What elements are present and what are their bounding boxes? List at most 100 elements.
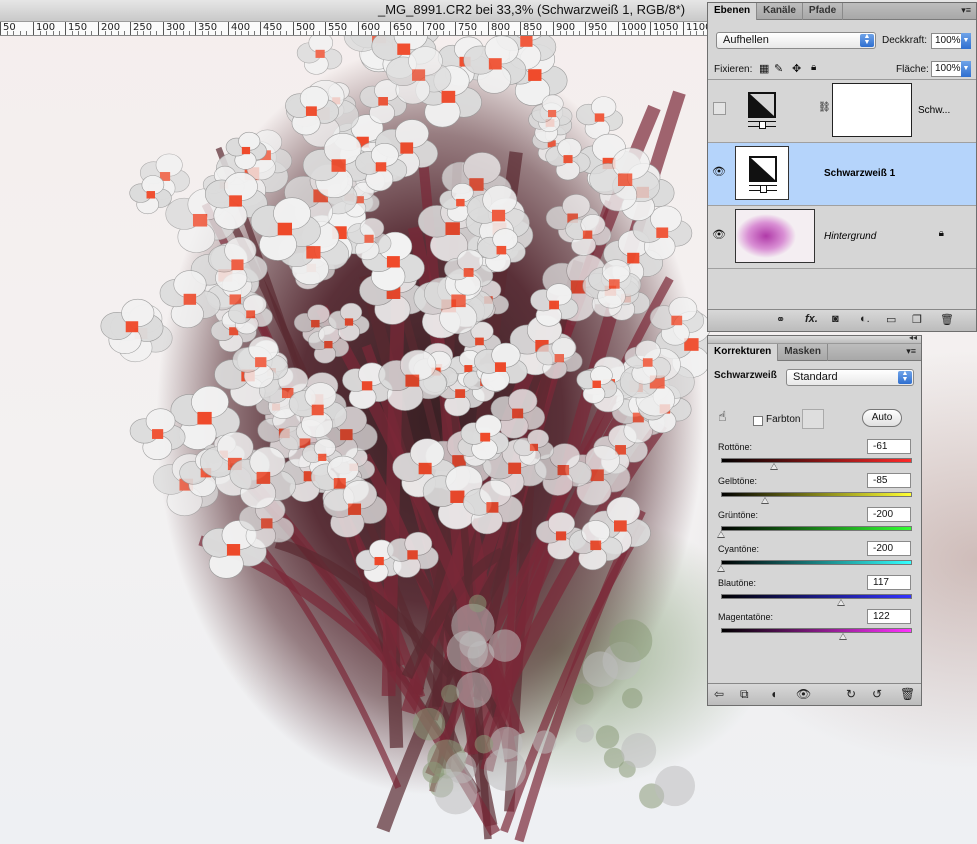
slider-track[interactable] bbox=[721, 594, 912, 599]
mask-icon[interactable]: ◙ bbox=[832, 313, 839, 325]
channel-slider: Gelbtöne: -85 bbox=[718, 473, 912, 510]
slider-track[interactable] bbox=[721, 458, 912, 463]
bokeh bbox=[434, 771, 478, 815]
ruler-tick: 750 bbox=[455, 22, 477, 35]
lock-move-icon[interactable]: ✥ bbox=[792, 62, 801, 75]
visibility-toggle-icon[interactable]: ◖ bbox=[770, 687, 777, 701]
fx-icon[interactable]: fx. bbox=[805, 313, 818, 325]
fill-input[interactable]: 100% ▼ bbox=[931, 61, 971, 77]
adjustment-icon[interactable]: ◐. bbox=[860, 313, 870, 325]
ruler-minor-tick bbox=[696, 31, 697, 35]
chain-link-icon[interactable]: ⛓︎ bbox=[818, 102, 831, 113]
background-thumbnail[interactable] bbox=[735, 209, 815, 263]
slider-value-input[interactable]: 117 bbox=[867, 575, 911, 590]
panel-collapse-bar[interactable]: ◂◂ bbox=[708, 333, 921, 344]
ruler-minor-tick bbox=[481, 31, 482, 35]
layer-name[interactable]: Schw... bbox=[918, 105, 950, 116]
ruler-minor-tick bbox=[351, 31, 352, 35]
tab-kanaele[interactable]: Kanäle bbox=[757, 3, 803, 20]
ruler-minor-tick bbox=[625, 31, 626, 35]
slider-track[interactable] bbox=[721, 628, 912, 633]
tab-korrekturen[interactable]: Korrekturen bbox=[708, 344, 779, 361]
eye-icon[interactable]: 👁︎ bbox=[796, 687, 811, 701]
slider-knob[interactable] bbox=[760, 497, 769, 504]
adjustment-slider-glyph bbox=[749, 185, 777, 193]
bokeh bbox=[468, 594, 487, 613]
layer-mask-thumbnail[interactable] bbox=[832, 83, 912, 137]
slider-value-input[interactable]: -200 bbox=[867, 541, 911, 556]
slider-track[interactable] bbox=[721, 492, 912, 497]
opacity-value: 100% bbox=[935, 35, 961, 46]
layer-row-schwarzweiss-1[interactable]: 👁︎ Schwarzweiß 1 bbox=[708, 143, 976, 206]
tab-pfade[interactable]: Pfade bbox=[803, 3, 844, 20]
new-layer-icon[interactable]: ❐ bbox=[912, 313, 922, 326]
link-icon[interactable]: ⚭ bbox=[776, 313, 785, 326]
ruler-minor-tick bbox=[703, 31, 704, 35]
lock-brush-icon[interactable]: ✎ bbox=[774, 62, 783, 75]
slider-knob[interactable] bbox=[837, 599, 846, 606]
slider-value-input[interactable]: -85 bbox=[867, 473, 911, 488]
ruler-tick: 250 bbox=[130, 22, 152, 35]
blend-mode-select[interactable]: Aufhellen ▲ ▼ bbox=[716, 32, 876, 49]
slider-knob[interactable] bbox=[717, 531, 725, 538]
slider-value-input[interactable]: -200 bbox=[867, 507, 911, 522]
tint-label: Farbton bbox=[766, 414, 801, 425]
tab-masken[interactable]: Masken bbox=[778, 344, 828, 361]
ruler-minor-tick bbox=[410, 31, 411, 35]
targeted-adjustment-hand-icon[interactable]: ☝︎ bbox=[718, 408, 727, 425]
opacity-dropdown-icon[interactable]: ▼ bbox=[961, 33, 971, 49]
layer-name[interactable]: Schwarzweiß 1 bbox=[824, 168, 895, 179]
clip-icon[interactable]: ⧉ bbox=[740, 687, 749, 702]
reset-icon[interactable]: ↺ bbox=[872, 687, 882, 701]
trash-icon[interactable]: 🗑︎ bbox=[940, 313, 954, 326]
ruler-minor-tick bbox=[443, 31, 444, 35]
tab-ebenen[interactable]: Ebenen bbox=[708, 3, 758, 20]
tint-checkbox[interactable] bbox=[753, 416, 763, 426]
lock-all-icon[interactable]: 🔒︎ bbox=[811, 62, 816, 73]
ruler-minor-tick bbox=[663, 31, 664, 35]
visibility-toggle[interactable] bbox=[713, 102, 726, 115]
ruler-minor-tick bbox=[20, 31, 21, 35]
slider-knob[interactable] bbox=[717, 565, 725, 572]
ruler-tick: 800 bbox=[488, 22, 510, 35]
previous-state-icon[interactable]: ↻ bbox=[846, 687, 856, 701]
ruler-tick: 100 bbox=[33, 22, 55, 35]
slider-track[interactable] bbox=[721, 526, 912, 531]
opacity-input[interactable]: 100% ▼ bbox=[931, 33, 971, 49]
slider-value-input[interactable]: -61 bbox=[867, 439, 911, 454]
collapse-icon[interactable]: ◂◂ bbox=[909, 333, 917, 342]
slider-track[interactable] bbox=[721, 560, 912, 565]
slider-value-input[interactable]: 122 bbox=[867, 609, 911, 624]
fill-dropdown-icon[interactable]: ▼ bbox=[961, 61, 971, 77]
adjustment-thumbnail[interactable] bbox=[735, 83, 789, 137]
layer-name[interactable]: Hintergrund bbox=[824, 231, 876, 242]
ruler-minor-tick bbox=[183, 31, 184, 35]
adjustments-panel: ◂◂ Korrekturen Masken ▾≡ Schwarzweiß Sta… bbox=[707, 333, 922, 706]
tint-color-swatch[interactable] bbox=[802, 409, 824, 429]
preset-select[interactable]: Standard ▲ ▼ bbox=[786, 369, 914, 386]
back-arrow-icon[interactable]: ⇦ bbox=[714, 687, 724, 701]
lock-transparency-icon[interactable]: ▦ bbox=[759, 62, 769, 75]
ruler-tick: 1000 bbox=[618, 22, 646, 35]
panel-menu-icon[interactable]: ▾≡ bbox=[906, 346, 916, 357]
layer-row-schwarzweiss-copy[interactable]: ⛓︎ Schw... bbox=[708, 80, 976, 143]
ruler-minor-tick bbox=[53, 31, 54, 35]
slider-knob[interactable] bbox=[839, 633, 848, 640]
slider-knob[interactable] bbox=[769, 463, 778, 470]
layer-row-hintergrund[interactable]: 👁︎ Hintergrund 🔒︎ bbox=[708, 206, 976, 269]
group-folder-icon[interactable]: ▭ bbox=[886, 313, 896, 326]
ruler-minor-tick bbox=[221, 31, 222, 35]
adjustments-panel-footer: ⇦ ⧉ ◖ 👁︎ ↻ ↺ 🗑︎ bbox=[708, 683, 921, 705]
horizontal-ruler: 50 100 150 200 250 300 350 400 450 500 550 600 650 70… bbox=[0, 22, 707, 36]
ruler-tick: 650 bbox=[390, 22, 412, 35]
fill-value: 100% bbox=[935, 63, 961, 74]
eye-icon[interactable]: 👁︎ bbox=[712, 165, 726, 179]
eye-icon[interactable]: 👁︎ bbox=[712, 228, 726, 242]
adjustments-tabbar: Korrekturen Masken ▾≡ bbox=[708, 344, 921, 361]
trash-icon[interactable]: 🗑︎ bbox=[900, 687, 915, 701]
panel-menu-icon[interactable]: ▾≡ bbox=[961, 5, 971, 16]
auto-button[interactable]: Auto bbox=[862, 409, 902, 427]
adjustment-thumbnail[interactable] bbox=[735, 146, 789, 200]
ruler-minor-tick bbox=[254, 31, 255, 35]
lock-row: Fixieren: ▦ ✎ ✥ 🔒︎ Fläche: 100% ▼ bbox=[708, 58, 976, 80]
